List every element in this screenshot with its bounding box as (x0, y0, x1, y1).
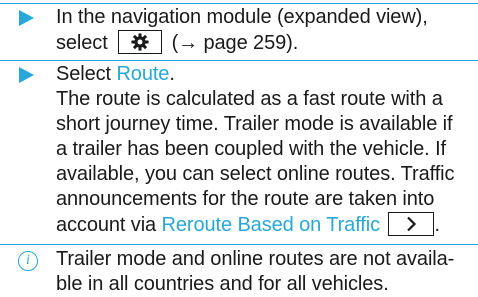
step-2-desc-line-1: The route is calculated as a fast route … (56, 88, 443, 110)
manual-page: In the navigation module (expanded view)… (0, 0, 478, 297)
step-2-desc-line-5: announcements for the route are taken in… (56, 188, 435, 210)
step-2-desc-line-2: short journey time. Trailer mode is avai… (56, 113, 453, 135)
gear-icon (131, 33, 149, 51)
select-label: Select (56, 63, 117, 85)
page-reference: (→ page 259). (171, 32, 299, 54)
chevron-right-icon (407, 216, 417, 232)
step-divider (0, 3, 478, 4)
step-1-text: In the navigation module (expanded view)… (56, 6, 428, 28)
route-link[interactable]: Route (116, 63, 169, 85)
step-1-line-1: In the navigation module (expanded view)… (56, 5, 428, 30)
note-line-1: Trailer mode and online routes are not a… (56, 248, 455, 270)
desc-text: account via (56, 214, 162, 236)
step-1-line-2: select (→ page 259). (56, 30, 298, 56)
step-2-desc-line-4: available, you can select online routes.… (56, 163, 455, 185)
settings-button[interactable] (118, 30, 163, 54)
arrow-bullet-icon (19, 10, 34, 26)
period: . (434, 214, 440, 236)
step-2-desc-line-6: account via Reroute Based on Traffic . (56, 212, 440, 238)
next-button[interactable] (388, 212, 435, 236)
reroute-based-on-traffic-link[interactable]: Reroute Based on Traffic (162, 214, 381, 236)
step-2-desc-line-3: a trailer has been coupled with the vehi… (56, 138, 446, 160)
arrow-bullet-icon (19, 67, 34, 83)
select-label: select (56, 32, 108, 54)
note-divider (0, 244, 478, 245)
info-icon: i (18, 251, 38, 271)
note-line-2: ble in all countries and for all vehicle… (56, 273, 389, 295)
step-2-line-1: Select Route. (56, 63, 175, 85)
step-divider (0, 60, 478, 61)
